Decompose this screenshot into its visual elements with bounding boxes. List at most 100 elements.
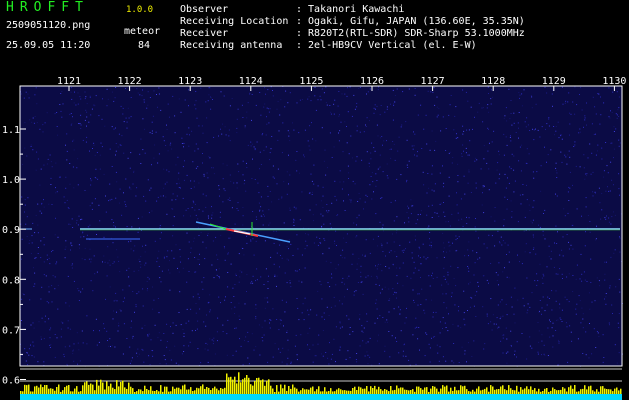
spectrum-bar <box>554 389 556 394</box>
spectrum-bar <box>62 390 64 394</box>
spectrum-bar <box>274 392 276 394</box>
spectrum-bar <box>122 380 124 394</box>
spectrum-bar <box>230 376 232 394</box>
spectrum-bar <box>478 386 480 394</box>
spectrum-bar <box>586 389 588 394</box>
spectrum-bar <box>490 385 492 394</box>
spectrum-bar <box>556 390 558 394</box>
spectrum-bar <box>338 388 340 394</box>
spectrum-bar <box>372 388 374 394</box>
spectrum-bar <box>44 385 46 394</box>
spectrum-bar <box>20 391 22 394</box>
spectrum-bar <box>474 391 476 394</box>
spectrum-bar <box>560 389 562 394</box>
spectrum-baseline <box>20 394 622 400</box>
spectrum-bar <box>94 390 96 394</box>
spectrum-bar <box>444 386 446 394</box>
spectrum-bar <box>454 386 456 394</box>
spectrum-bar <box>144 385 146 394</box>
x-tick-label: 1126 <box>360 76 384 87</box>
x-tick-label: 1128 <box>481 76 505 87</box>
spectrum-bar <box>346 390 348 394</box>
spectrum-bar <box>424 387 426 394</box>
spectrum-bar <box>90 383 92 394</box>
spectrum-bar <box>452 390 454 394</box>
spectrum-bar <box>438 391 440 394</box>
info-location: Receiving Location: Ogaki, Gifu, JAPAN (… <box>180 16 525 28</box>
spectrum-bar <box>206 387 208 394</box>
spectrum-bar <box>472 389 474 394</box>
spectrum-bar <box>290 388 292 394</box>
spectrum-bar <box>348 390 350 394</box>
spectrum-bar <box>52 388 54 394</box>
spectrum-bar <box>82 385 84 394</box>
spectrum-bar <box>358 386 360 394</box>
spectrum-bar <box>234 376 236 394</box>
spectrum-bar <box>226 373 228 394</box>
spectrum-bar <box>66 385 68 394</box>
meteor-count: 84 <box>138 40 151 51</box>
spectrum-bar <box>592 390 594 394</box>
spectrum-bar <box>576 391 578 394</box>
spectrum-bar <box>192 391 194 394</box>
spectrum-bar <box>92 384 94 394</box>
spectrum-bar <box>464 385 466 394</box>
spectrum-bar <box>492 386 494 394</box>
spectrum-bar <box>260 380 262 394</box>
spectrum-bar <box>310 387 312 394</box>
file-name: 2509051120.png <box>6 20 91 31</box>
spectrum-bar <box>526 386 528 394</box>
spectrum-bar <box>396 385 398 394</box>
spectrum-bar <box>534 388 536 394</box>
spectrum-bar <box>578 391 580 394</box>
spectrum-bar <box>312 386 314 394</box>
spectrum-bar <box>54 390 56 394</box>
x-tick-label: 1124 <box>239 76 263 87</box>
spectrum-bar <box>410 390 412 394</box>
spectrum-bar <box>524 388 526 394</box>
spectrum-bar <box>520 387 522 394</box>
spectrum-bar <box>436 388 438 394</box>
spectrum-bar <box>516 385 518 394</box>
spectrum-bar <box>426 387 428 394</box>
spectrum-bar <box>572 388 574 394</box>
x-tick-label: 1129 <box>542 76 566 87</box>
spectrum-bar <box>50 388 52 394</box>
spectrum-bar <box>328 391 330 394</box>
spectrum-bar <box>546 388 548 394</box>
spectrum-bar <box>288 386 290 394</box>
spectrum-bar <box>74 388 76 394</box>
spectrum-bar <box>332 391 334 394</box>
spectrum-bar <box>608 389 610 394</box>
spectrum-bar <box>104 389 106 394</box>
spectrum-bar <box>252 385 254 394</box>
info-observer: Observer: Takanori Kawachi <box>180 4 404 16</box>
x-tick-label: 1125 <box>299 76 323 87</box>
spectrum-bar <box>116 380 118 394</box>
spectrum-bar <box>172 386 174 394</box>
spectrum-bar <box>282 388 284 394</box>
spectrum-bar <box>270 385 272 394</box>
spectrum-bar <box>242 379 244 394</box>
spectrum-bar <box>370 386 372 394</box>
spectrum-bar <box>406 389 408 394</box>
spectrum-bar <box>448 391 450 394</box>
spectrum-bar <box>284 384 286 394</box>
spectrum-bar <box>132 388 134 394</box>
spectrum-bar <box>538 388 540 394</box>
spectrum-bar <box>72 391 74 394</box>
spectrum-bar <box>304 389 306 394</box>
spectrum-bar <box>238 372 240 394</box>
spectrum-bar <box>462 386 464 394</box>
spectrum-bar <box>536 391 538 394</box>
spectrum-bar <box>564 388 566 394</box>
spectrum-bar <box>456 390 458 394</box>
spectrum-bar <box>140 389 142 394</box>
spectrum-bar <box>152 390 154 394</box>
spectrum-bar <box>298 391 300 394</box>
spectrum-bar <box>604 388 606 394</box>
spectrum-bar <box>568 387 570 394</box>
spectrum-bar <box>504 389 506 394</box>
spectrum-bar <box>510 388 512 394</box>
spectrum-bar <box>154 391 156 394</box>
